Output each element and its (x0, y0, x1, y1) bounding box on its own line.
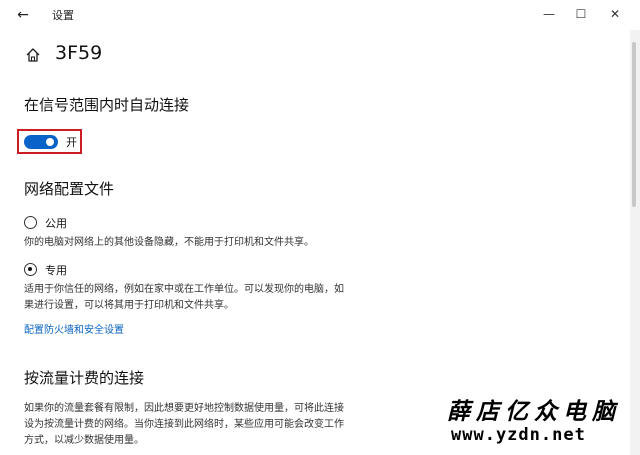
network-profile-heading: 网络配置文件 (24, 180, 115, 198)
metered-heading: 按流量计费的连接 (24, 369, 145, 387)
public-description-line: 你的电脑对网络上的其他设备隐藏，不能用于打印机和文件共享。 (24, 237, 314, 248)
minimize-icon: — (543, 7, 555, 21)
radio-private[interactable] (24, 263, 37, 276)
metered-description-line: 如果你的流量套餐有限制，因此想要更好地控制数据使用量，可将此连接 (24, 403, 344, 414)
page-title: 3F59 (55, 42, 103, 64)
toggle-state-label: 开 (66, 136, 77, 149)
private-description: 适用于你信任的网络，例如在家中或在工作单位。可以发现你的电脑，如 果进行设置，可… (24, 282, 364, 314)
maximize-icon: ☐ (575, 7, 587, 21)
title-bar: ← 设置 — ☐ ✕ (0, 0, 640, 30)
window-title: 设置 (52, 9, 74, 22)
auto-connect-heading: 在信号范围内时自动连接 (24, 96, 190, 114)
home-icon[interactable] (25, 47, 41, 63)
watermark: 薛店亿众电脑 www.yzdn.net (447, 392, 627, 452)
back-button[interactable]: ← (12, 5, 34, 25)
watermark-brand: 薛店亿众电脑 (447, 398, 621, 425)
radio-selected-dot (28, 267, 32, 271)
radio-private-label[interactable]: 专用 (45, 262, 67, 278)
metered-description-line: 方式，以减少数据使用量。 (24, 435, 144, 446)
toggle-knob (46, 138, 54, 146)
metered-description-line: 设为按流量计费的网络。当你连接到此网络时，某些应用可能会改变工作 (24, 419, 344, 430)
scrollbar-thumb[interactable] (632, 42, 636, 207)
private-description-line: 适用于你信任的网络，例如在家中或在工作单位。可以发现你的电脑，如 (24, 284, 344, 295)
minimize-button[interactable]: — (534, 4, 564, 24)
firewall-settings-link[interactable]: 配置防火墙和安全设置 (24, 321, 124, 336)
watermark-url: www.yzdn.net (451, 425, 586, 445)
close-icon: ✕ (609, 7, 621, 21)
metered-description: 如果你的流量套餐有限制，因此想要更好地控制数据使用量，可将此连接 设为按流量计费… (24, 401, 364, 449)
private-description-line: 果进行设置，可以将其用于打印机和文件共享。 (24, 300, 234, 311)
maximize-button[interactable]: ☐ (566, 4, 596, 24)
radio-public-label[interactable]: 公用 (45, 215, 67, 231)
back-arrow-icon: ← (17, 7, 29, 23)
close-button[interactable]: ✕ (600, 4, 630, 24)
radio-public[interactable] (24, 216, 37, 229)
public-description: 你的电脑对网络上的其他设备隐藏，不能用于打印机和文件共享。 (24, 235, 364, 251)
